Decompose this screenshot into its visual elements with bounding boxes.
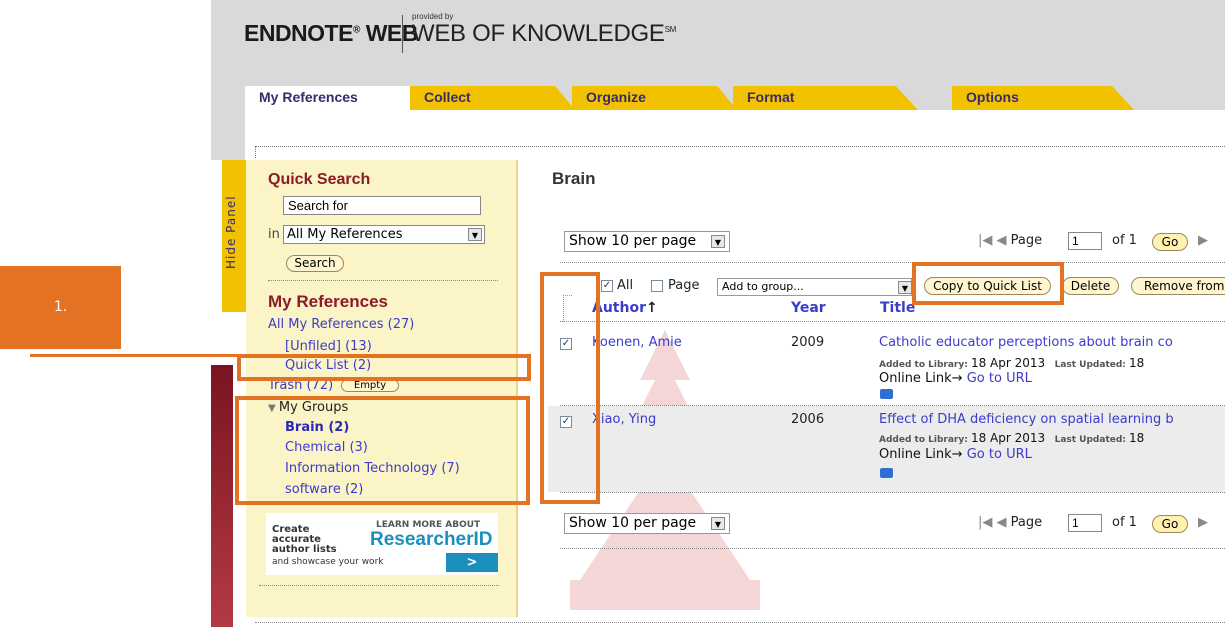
copy-to-quick-list-highlight [912, 262, 1064, 305]
chevron-down-icon[interactable]: ▼ [711, 235, 725, 248]
quick-search-heading: Quick Search [268, 171, 371, 188]
tab-collect[interactable]: Collect [410, 86, 575, 110]
next-page-icon[interactable]: ▶ [1198, 233, 1208, 248]
quick-list-highlight [237, 354, 531, 381]
unfiled-link[interactable]: [Unfiled] (13) [285, 339, 372, 354]
tab-organize[interactable]: Organize [572, 86, 737, 110]
search-scope-select[interactable]: All My References [283, 225, 485, 244]
reference-title-link[interactable]: Effect of DHA deficiency on spatial lear… [879, 412, 1174, 427]
chevron-down-icon[interactable]: ▼ [711, 517, 725, 530]
search-input[interactable] [283, 196, 481, 215]
chevron-down-icon[interactable]: ▼ [468, 228, 482, 241]
per-page-select-top[interactable]: Show 10 per page [564, 231, 730, 252]
logo-divider [402, 15, 403, 53]
per-page-select-bottom[interactable]: Show 10 per page [564, 513, 730, 534]
pager-top: |◀ ◀ Page [978, 233, 1043, 248]
hide-panel-label[interactable]: Hide Panel [224, 162, 244, 302]
reference-dates: Added to Library: 18 Apr 2013 Last Updat… [879, 431, 1145, 445]
delete-button[interactable]: Delete [1062, 277, 1119, 295]
first-page-icon[interactable]: |◀ ◀ [978, 515, 1011, 530]
header-divider [560, 321, 1225, 322]
ad-text: Create accurate author lists [272, 524, 337, 555]
researcherid-logo: ResearcherID [370, 529, 493, 550]
frame-bottom-divider [255, 622, 1225, 623]
tab-options[interactable]: Options [952, 86, 1134, 110]
select-all-label: All [617, 278, 634, 293]
page-count-bottom: of 1 [1112, 515, 1137, 530]
page-count-top: of 1 [1112, 233, 1137, 248]
year-column-header[interactable]: Year [791, 300, 826, 316]
page-number-input-bottom[interactable] [1068, 514, 1102, 532]
sort-arrow-icon: ↑ [645, 300, 658, 316]
select-page-label: Page [668, 278, 700, 293]
add-to-group-select[interactable]: Add to group... [717, 278, 912, 296]
online-link: Online Link→ Go to URL [879, 447, 1032, 462]
pager-bottom: |◀ ◀ Page [978, 515, 1043, 530]
go-button-bottom[interactable]: Go [1152, 515, 1188, 533]
pager-divider [560, 548, 1225, 549]
panel-divider [268, 280, 498, 281]
chevron-down-icon[interactable]: ▼ [898, 281, 912, 294]
endnote-web-logo[interactable]: ENDNOTE® WEB [244, 20, 418, 47]
frame-divider [255, 146, 1225, 147]
all-references-link[interactable]: All My References (27) [268, 317, 414, 332]
remove-from-group-button[interactable]: Remove from [1131, 277, 1225, 295]
go-to-url-link[interactable]: Go to URL [967, 371, 1032, 386]
page-number-input-top[interactable] [1068, 232, 1102, 250]
title-column-header[interactable]: Title [880, 300, 915, 316]
reference-dates: Added to Library: 18 Apr 2013 Last Updat… [879, 356, 1145, 370]
step-number-callout: 1. [0, 266, 121, 349]
left-red-band [211, 365, 233, 627]
next-page-icon[interactable]: ▶ [1198, 515, 1208, 530]
frame-divider-left [255, 146, 256, 158]
toolbar-divider [560, 262, 1225, 263]
panel-divider [259, 585, 499, 586]
checkbox-column-highlight [540, 272, 600, 504]
tab-format[interactable]: Format [733, 86, 918, 110]
reference-author-link[interactable]: Koenen, Amie [592, 335, 682, 350]
reference-year: 2009 [791, 335, 825, 350]
researcherid-ad[interactable]: Create accurate author lists and showcase … [266, 513, 498, 575]
go-to-url-link[interactable]: Go to URL [967, 447, 1032, 462]
page-title: Brain [552, 169, 596, 188]
folder-icon[interactable] [880, 389, 893, 399]
my-groups-highlight [235, 396, 530, 505]
reference-year: 2006 [791, 412, 825, 427]
row-divider [560, 492, 1225, 493]
web-of-knowledge-logo[interactable]: WEB OF KNOWLEDGESM [412, 20, 676, 48]
folder-icon[interactable] [880, 468, 893, 478]
ad-subtext: and showcase your work [272, 557, 384, 567]
reference-author-link[interactable]: Xiao, Ying [592, 412, 656, 427]
search-button[interactable]: Search [286, 255, 344, 272]
author-column-header[interactable]: Author↑ [592, 300, 658, 316]
first-page-icon[interactable]: |◀ ◀ [978, 233, 1011, 248]
reference-title-link[interactable]: Catholic educator perceptions about brai… [879, 335, 1173, 350]
ad-go-button[interactable]: > [446, 553, 498, 572]
callout-connector-line [30, 354, 238, 357]
in-label: in [268, 227, 280, 242]
select-page-checkbox[interactable] [651, 280, 663, 292]
online-link: Online Link→ Go to URL [879, 371, 1032, 386]
select-all-checkbox[interactable]: ✓ [601, 280, 613, 292]
tab-my-references[interactable]: My References [245, 86, 413, 110]
my-references-heading: My References [268, 292, 389, 311]
go-button-top[interactable]: Go [1152, 233, 1188, 251]
